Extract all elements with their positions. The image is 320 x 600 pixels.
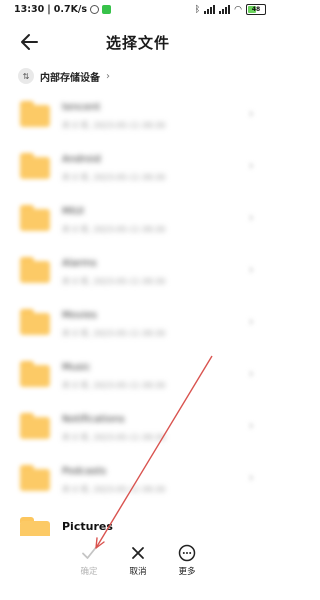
- bluetooth-icon: ᛒ: [194, 4, 201, 15]
- wifi-icon: ◠: [234, 4, 242, 15]
- bottom-action-bar: 确定 取消 更多: [0, 536, 276, 600]
- breadcrumb-storage[interactable]: 内部存储设备: [40, 69, 100, 84]
- chevron-right-icon: ›: [248, 470, 254, 486]
- item-meta: 共 0 项, 2023-05-11 09:30: [62, 173, 166, 182]
- chevron-right-icon: ›: [248, 262, 254, 278]
- item-name: Movies: [62, 310, 97, 321]
- signal-icon: [204, 5, 216, 14]
- item-name: tencent: [62, 102, 101, 113]
- close-icon: [132, 547, 144, 559]
- item-name: MIUI: [62, 206, 84, 217]
- page-title: 选择文件: [105, 34, 170, 52]
- item-name: Notifications: [62, 414, 125, 425]
- item-meta: 共 0 项, 2023-05-11 09:30: [62, 121, 166, 130]
- list-item[interactable]: tencent 共 0 项, 2023-05-11 09:30 ›: [0, 92, 276, 144]
- chevron-right-icon: ›: [248, 366, 254, 382]
- network-speed: 0.7K/s: [53, 4, 88, 15]
- signal-icon-2: [219, 5, 231, 14]
- folder-icon: [20, 309, 50, 335]
- breadcrumb[interactable]: ⇅ 内部存储设备 ›: [18, 66, 110, 86]
- confirm-button[interactable]: 确定: [64, 544, 114, 586]
- app-notification-icon: [102, 5, 112, 14]
- chevron-right-icon: ›: [248, 158, 254, 174]
- status-left: 13:30 | 0.7K/s: [14, 4, 112, 15]
- cancel-label: 取消: [129, 567, 147, 577]
- folder-icon: [20, 153, 50, 179]
- chevron-right-icon: ›: [106, 70, 110, 82]
- item-meta: 共 0 项, 2023-05-11 09:30: [62, 433, 166, 442]
- folder-icon: [20, 257, 50, 283]
- storage-switch-icon[interactable]: ⇅: [18, 68, 34, 84]
- app-header: 选择文件: [0, 22, 276, 64]
- folder-icon: [20, 413, 50, 439]
- item-name: Alarms: [62, 258, 97, 269]
- list-item[interactable]: MIUI 共 0 项, 2023-05-11 09:30 ›: [0, 196, 276, 248]
- item-name: Music: [62, 362, 91, 373]
- cancel-button[interactable]: 取消: [113, 544, 163, 586]
- item-meta: 共 0 项, 2023-05-11 09:30: [62, 277, 166, 286]
- battery-level: 48: [251, 6, 261, 13]
- alarm-icon: [90, 5, 100, 14]
- item-name: Android: [62, 154, 101, 165]
- status-right: ᛒ ◠ 48: [195, 4, 266, 15]
- check-icon: [82, 547, 97, 559]
- more-icon: [178, 544, 196, 562]
- list-item[interactable]: Music 共 0 项, 2023-05-11 09:30 ›: [0, 352, 276, 404]
- item-meta: 共 0 项, 2023-05-11 09:30: [62, 329, 166, 338]
- folder-icon: [20, 205, 50, 231]
- item-meta: 共 0 项, 2023-05-11 09:30: [62, 225, 166, 234]
- item-name: Pictures: [62, 520, 113, 533]
- chevron-right-icon: ›: [248, 418, 254, 434]
- list-item[interactable]: Movies 共 0 项, 2023-05-11 09:30 ›: [0, 300, 276, 352]
- list-item[interactable]: Alarms 共 0 项, 2023-05-11 09:30 ›: [0, 248, 276, 300]
- status-time: 13:30: [14, 4, 45, 15]
- item-meta: 共 0 项, 2023-05-11 09:30: [62, 485, 166, 494]
- list-item[interactable]: Notifications 共 0 项, 2023-05-11 09:30 ›: [0, 404, 276, 456]
- chevron-right-icon: ›: [248, 106, 254, 122]
- item-name: Podcasts: [62, 466, 107, 477]
- chevron-right-icon: ›: [248, 210, 254, 226]
- confirm-label: 确定: [80, 567, 98, 577]
- more-button[interactable]: 更多: [162, 544, 212, 586]
- folder-icon: [20, 465, 50, 491]
- list-item[interactable]: Podcasts 共 0 项, 2023-05-11 09:30 ›: [0, 456, 276, 508]
- more-label: 更多: [178, 567, 196, 577]
- folder-icon: [20, 101, 50, 127]
- folder-icon: [20, 361, 50, 387]
- item-meta: 共 0 项, 2023-05-11 09:30: [62, 381, 166, 390]
- status-bar: 13:30 | 0.7K/s ᛒ ◠ 48: [0, 0, 276, 22]
- list-item[interactable]: Android 共 0 项, 2023-05-11 09:30 ›: [0, 144, 276, 196]
- chevron-right-icon: ›: [248, 314, 254, 330]
- battery-icon: 48: [246, 4, 266, 15]
